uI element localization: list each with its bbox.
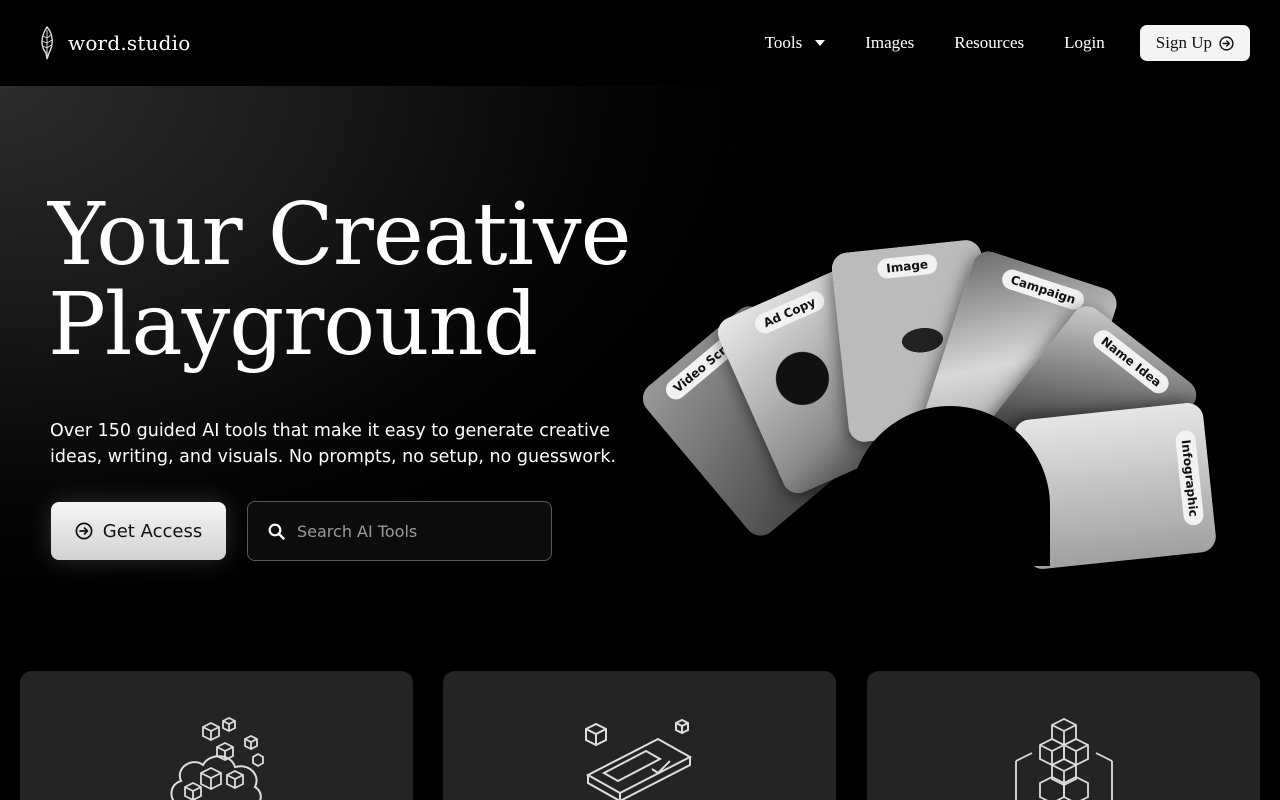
nav-resources[interactable]: Resources xyxy=(954,33,1024,53)
cube-stack-icon xyxy=(1014,717,1113,800)
signup-button[interactable]: Sign Up xyxy=(1139,25,1250,61)
search-icon xyxy=(268,523,285,540)
get-access-button[interactable]: Get Access xyxy=(51,502,226,560)
arrow-circle-right-icon xyxy=(1219,35,1234,51)
site-header: word.studio Tools Images Resources Login… xyxy=(0,0,1280,86)
get-access-label: Get Access xyxy=(102,520,203,542)
hero-section: Your Creative Playground Over 150 guided… xyxy=(0,86,1280,646)
brand-name: word.studio xyxy=(68,31,191,55)
search-box[interactable] xyxy=(247,501,552,561)
hero-title-line1: Your Creative xyxy=(48,185,632,285)
hero-subtitle: Over 150 guided AI tools that make it ea… xyxy=(50,421,617,467)
search-input[interactable] xyxy=(297,521,527,541)
feature-card-2[interactable] xyxy=(443,671,836,800)
main-nav: Tools Images Resources Login Sign Up xyxy=(765,25,1250,61)
hero-title: Your Creative Playground xyxy=(48,190,688,370)
ticket-check-icon xyxy=(584,718,692,800)
hero-title-line2: Playground xyxy=(48,275,538,375)
nav-images[interactable]: Images xyxy=(865,33,914,53)
nav-tools[interactable]: Tools xyxy=(765,33,826,53)
arrow-circle-right-icon xyxy=(75,522,93,540)
chevron-down-icon xyxy=(815,40,826,46)
feather-icon xyxy=(41,26,53,60)
feature-card-3[interactable] xyxy=(867,671,1260,800)
tool-cards-fan: Video Script Ad Copy Image Campaign Name… xyxy=(636,216,1240,571)
brand-logo[interactable]: word.studio xyxy=(38,26,191,60)
nav-login[interactable]: Login xyxy=(1064,33,1105,53)
signup-label: Sign Up xyxy=(1155,33,1212,52)
cloud-cubes-icon xyxy=(170,717,264,800)
feature-card-1[interactable] xyxy=(20,671,413,800)
nav-tools-label: Tools xyxy=(764,33,803,52)
